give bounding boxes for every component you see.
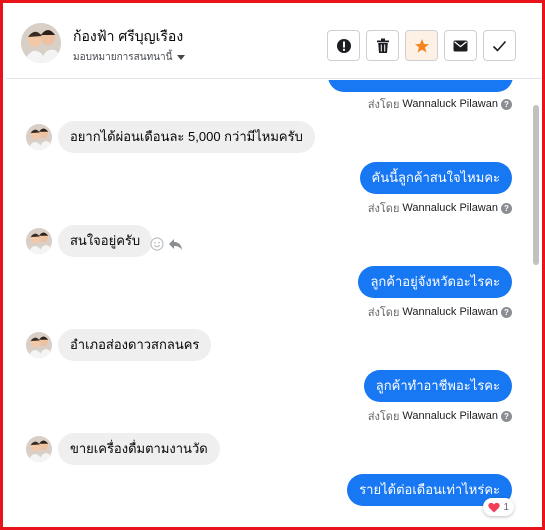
- heart-icon: [488, 502, 501, 512]
- incoming-message[interactable]: อยากได้ผ่อนเดือนละ 5,000 กว่ามีไหมครับ: [58, 121, 315, 153]
- window-frame: ก้องฟ้า ศรีบุญเรือง มอบหมายการสนทนานี้ ส…: [0, 0, 545, 530]
- outgoing-message[interactable]: ลูกค้าอยู่จังหวัดอะไรคะ: [358, 266, 512, 298]
- header-actions: [327, 30, 516, 61]
- reaction-count: 1: [503, 501, 509, 513]
- outgoing-message[interactable]: ลูกค้าทำอาชีพอะไรคะ: [363, 370, 512, 402]
- contact-avatar-small: [26, 332, 52, 358]
- sent-by-line: ส่งโดย Wannaluck Pilawan?: [368, 407, 512, 425]
- help-icon[interactable]: ?: [501, 410, 512, 422]
- sent-by-line: ส่งโดย Wannaluck Pilawan?: [368, 303, 512, 321]
- assign-conversation-dropdown[interactable]: มอบหมายการสนทนานี้: [73, 50, 186, 65]
- message-hover-tools: [150, 237, 183, 251]
- conversation-header: ก้องฟ้า ศรีบุญเรือง มอบหมายการสนทนานี้: [6, 6, 542, 79]
- contact-avatar-small: [26, 228, 52, 254]
- help-icon[interactable]: ?: [501, 98, 512, 110]
- smiley-icon[interactable]: [150, 237, 164, 251]
- message-reaction[interactable]: 1: [483, 498, 514, 516]
- star-icon: [414, 38, 429, 52]
- thread-scrollbar[interactable]: [530, 80, 542, 527]
- outgoing-message-partial[interactable]: [328, 80, 513, 92]
- incoming-message[interactable]: อำเภอส่องดาวสกลนคร: [58, 329, 212, 361]
- star-button[interactable]: [405, 30, 438, 61]
- scrollbar-thumb[interactable]: [533, 105, 539, 265]
- incoming-message[interactable]: สนใจอยู่ครับ: [58, 225, 153, 257]
- contact-avatar-small: [26, 436, 52, 462]
- reply-icon[interactable]: [168, 238, 183, 251]
- help-icon[interactable]: ?: [501, 202, 512, 214]
- mark-spam-button[interactable]: [327, 30, 360, 61]
- mark-unread-button[interactable]: [444, 30, 477, 61]
- trash-icon: [376, 38, 389, 53]
- check-icon: [492, 40, 507, 52]
- delete-button[interactable]: [366, 30, 399, 61]
- mark-done-button[interactable]: [483, 30, 516, 61]
- contact-name[interactable]: ก้องฟ้า ศรีบุญเรือง: [73, 26, 183, 48]
- sent-by-line: ส่งโดย Wannaluck Pilawan?: [368, 199, 512, 217]
- envelope-icon: [453, 40, 468, 51]
- help-icon[interactable]: ?: [501, 306, 512, 318]
- message-thread[interactable]: ส่งโดย Wannaluck Pilawan? อยากได้ผ่อนเดือ…: [6, 80, 542, 527]
- contact-avatar[interactable]: [21, 23, 61, 63]
- alert-circle-icon: [336, 38, 351, 53]
- sent-by-line: ส่งโดย Wannaluck Pilawan?: [368, 95, 512, 113]
- contact-avatar-small: [26, 124, 52, 150]
- outgoing-message[interactable]: คันนี้ลูกค้าสนใจไหมคะ: [359, 162, 512, 194]
- incoming-message[interactable]: ขายเครื่องดื่มตามงานวัด: [58, 433, 220, 465]
- caret-down-icon: [177, 55, 186, 60]
- assign-label: มอบหมายการสนทนานี้: [73, 52, 173, 63]
